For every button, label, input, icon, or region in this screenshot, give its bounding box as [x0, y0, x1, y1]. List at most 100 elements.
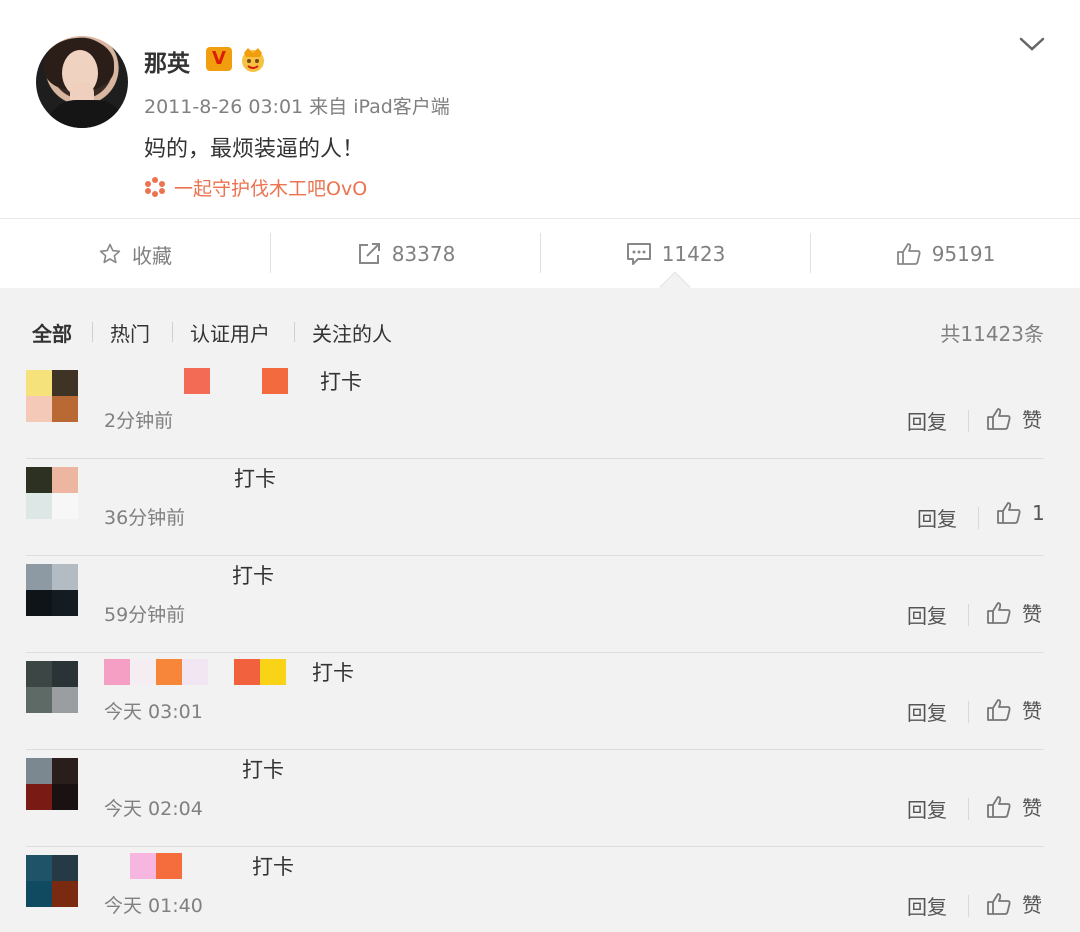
favorite-label: 收藏	[132, 243, 172, 268]
reply-button[interactable]: 回复	[907, 794, 947, 823]
divider	[968, 798, 969, 820]
filter-following[interactable]: 关注的人	[312, 318, 392, 347]
comment-text: 打卡	[234, 467, 276, 491]
topic-label: 一起守护伐木工吧OvO	[174, 178, 368, 200]
commenter-name[interactable]	[104, 368, 304, 394]
favorite-button[interactable]: 收藏	[0, 219, 270, 289]
name-mask	[184, 368, 210, 394]
divider	[968, 410, 969, 432]
weibo-post: 那英 V 2011-8-26 03:01 来自 iPad客户端 妈的，最烦装逼的…	[0, 0, 1080, 218]
thumbs-up-icon	[987, 892, 1011, 915]
like-count: 1	[1032, 501, 1045, 525]
comment-item: 打卡 今天 01:40 回复 赞	[0, 847, 1080, 932]
comment-time: 今天 01:40	[104, 895, 203, 917]
filter-all[interactable]: 全部	[32, 318, 72, 347]
commenter-name[interactable]	[104, 659, 304, 685]
post-meta: 2011-8-26 03:01 来自 iPad客户端	[144, 96, 450, 118]
star-icon	[99, 243, 121, 264]
like-label: 赞	[1022, 408, 1042, 432]
divider	[172, 322, 173, 342]
action-bar: 收藏 83378 11423 95191	[0, 218, 1080, 288]
thumbs-up-icon	[987, 601, 1011, 624]
filter-hot[interactable]: 热门	[110, 318, 150, 347]
divider	[294, 322, 295, 342]
thumbs-up-icon	[896, 243, 921, 265]
comment-like-button[interactable]: 赞	[986, 404, 1042, 433]
commenter-name[interactable]	[104, 562, 224, 588]
like-label: 赞	[1022, 796, 1042, 820]
flower-icon	[145, 177, 165, 197]
thumbs-up-icon	[987, 698, 1011, 721]
reply-button[interactable]: 回复	[907, 891, 947, 920]
name-mask	[130, 659, 156, 685]
username[interactable]: 那英	[144, 44, 190, 78]
comment-item: 打卡 36分钟前 回复 1	[0, 459, 1080, 556]
comment-time: 今天 03:01	[104, 701, 203, 723]
divider	[968, 604, 969, 626]
thumbs-up-icon	[987, 407, 1011, 430]
comment-text: 打卡	[232, 564, 274, 588]
repost-button[interactable]: 83378	[271, 219, 540, 289]
like-button[interactable]: 95191	[811, 219, 1080, 289]
like-count: 95191	[931, 242, 996, 266]
repost-icon	[358, 243, 380, 264]
name-mask	[182, 659, 208, 685]
comment-like-button[interactable]: 赞	[986, 695, 1042, 724]
name-mask	[260, 659, 286, 685]
commenter-name[interactable]	[104, 756, 224, 782]
divider	[968, 895, 969, 917]
commenter-avatar[interactable]	[26, 564, 78, 616]
comment-text: 打卡	[242, 758, 284, 782]
reply-button[interactable]: 回复	[907, 406, 947, 435]
like-label: 赞	[1022, 602, 1042, 626]
name-mask	[104, 659, 130, 685]
comment-time: 今天 02:04	[104, 798, 203, 820]
avatar[interactable]	[36, 36, 128, 128]
chevron-down-icon[interactable]	[1018, 32, 1046, 56]
comment-total: 共11423条	[940, 322, 1044, 346]
comment-text: 打卡	[252, 855, 294, 879]
reply-button[interactable]: 回复	[907, 697, 947, 726]
commenter-avatar[interactable]	[26, 467, 78, 519]
comment-filter: 全部 热门 认证用户 关注的人 共11423条	[0, 290, 1080, 370]
comment-count: 11423	[661, 242, 726, 266]
comment-time: 2分钟前	[104, 410, 174, 432]
thumbs-up-icon	[987, 795, 1011, 818]
commenter-avatar[interactable]	[26, 758, 78, 810]
name-mask	[130, 853, 156, 879]
topic-link[interactable]: 一起守护伐木工吧OvO	[144, 174, 367, 201]
name-mask	[234, 659, 260, 685]
comment-item: 打卡 今天 03:01 回复 赞	[0, 653, 1080, 750]
comment-time: 36分钟前	[104, 507, 186, 529]
commenter-avatar[interactable]	[26, 855, 78, 907]
name-mask	[156, 659, 182, 685]
name-mask	[156, 853, 182, 879]
comment-icon	[626, 243, 651, 265]
repost-count: 83378	[391, 242, 456, 266]
post-content: 妈的，最烦装逼的人！	[144, 137, 365, 162]
reply-button[interactable]: 回复	[907, 600, 947, 629]
like-label: 赞	[1022, 893, 1042, 917]
name-mask	[262, 368, 288, 394]
commenter-name[interactable]	[104, 853, 224, 879]
filter-verified[interactable]: 认证用户	[190, 318, 270, 347]
commenter-avatar[interactable]	[26, 661, 78, 713]
reply-button[interactable]: 回复	[917, 503, 957, 532]
commenter-avatar[interactable]	[26, 370, 78, 422]
commenter-name[interactable]	[104, 465, 224, 491]
comment-time: 59分钟前	[104, 604, 186, 626]
comment-like-button[interactable]: 1	[996, 501, 1045, 525]
comment-item: 打卡 59分钟前 回复 赞	[0, 556, 1080, 653]
like-label: 赞	[1022, 699, 1042, 723]
thumbs-up-icon	[997, 502, 1021, 524]
comment-like-button[interactable]: 赞	[986, 792, 1042, 821]
verified-v-icon: V	[206, 47, 232, 71]
comment-text: 打卡	[312, 661, 354, 685]
comment-text: 打卡	[320, 370, 362, 394]
comment-like-button[interactable]: 赞	[986, 889, 1042, 918]
divider	[968, 701, 969, 723]
comment-item: 打卡 今天 02:04 回复 赞	[0, 750, 1080, 847]
crown-icon	[242, 48, 264, 72]
divider	[978, 507, 979, 529]
comment-like-button[interactable]: 赞	[986, 598, 1042, 627]
